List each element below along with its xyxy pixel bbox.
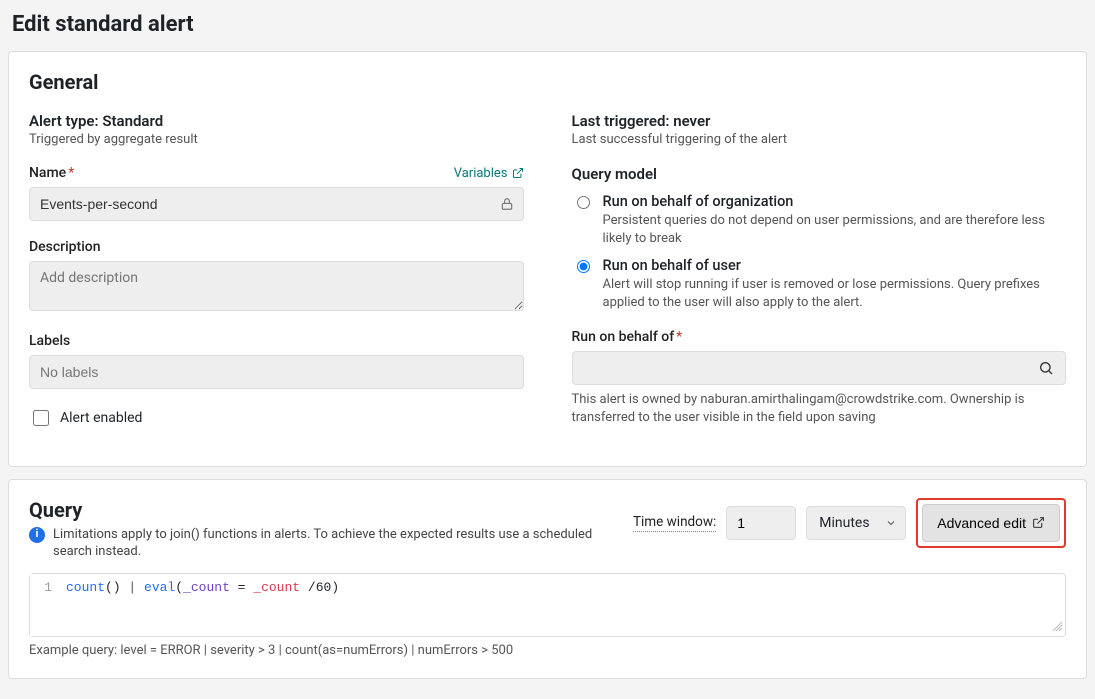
resize-handle-icon[interactable] xyxy=(1051,620,1063,634)
variables-link[interactable]: Variables xyxy=(454,166,524,181)
chevron-down-icon xyxy=(885,517,897,529)
time-window-label: Time window: xyxy=(633,514,716,532)
run-org-desc: Persistent queries do not depend on user… xyxy=(603,212,1067,247)
general-card: General Alert type: Standard Triggered b… xyxy=(8,51,1087,467)
time-window-unit-value: Minutes xyxy=(819,515,869,531)
run-org-radio[interactable] xyxy=(577,196,590,209)
required-marker: * xyxy=(68,165,74,181)
advanced-edit-highlight: Advanced edit xyxy=(916,498,1066,548)
on-behalf-label: Run on behalf of xyxy=(572,329,675,345)
required-marker-2: * xyxy=(676,329,682,345)
general-heading: General xyxy=(29,70,1066,94)
variables-link-text: Variables xyxy=(454,166,508,181)
external-link-icon xyxy=(1032,516,1045,529)
search-icon xyxy=(1038,360,1054,376)
page-title: Edit standard alert xyxy=(12,12,1087,37)
labels-label: Labels xyxy=(29,333,70,349)
query-editor[interactable]: 1 count() | eval(_count = _count /60) xyxy=(29,573,1066,637)
lock-icon xyxy=(500,196,514,212)
run-user-desc: Alert will stop running if user is remov… xyxy=(603,276,1067,311)
external-link-icon xyxy=(512,167,524,179)
run-org-title[interactable]: Run on behalf of organization xyxy=(603,193,1067,210)
query-model-heading: Query model xyxy=(572,165,1067,183)
owner-note: This alert is owned by naburan.amirthali… xyxy=(572,391,1067,427)
name-label: Name xyxy=(29,165,66,181)
description-textarea[interactable] xyxy=(29,261,524,311)
alert-type-sub: Triggered by aggregate result xyxy=(29,132,524,147)
alert-type-label: Alert type: Standard xyxy=(29,112,524,130)
name-input[interactable] xyxy=(29,187,524,221)
code-line-1[interactable]: count() | eval(_count = _count /60) xyxy=(58,574,1065,636)
on-behalf-input[interactable] xyxy=(572,351,1067,385)
example-query-text: Example query: level = ERROR | severity … xyxy=(29,643,1066,658)
labels-input[interactable] xyxy=(29,355,524,389)
query-limitation-text: Limitations apply to join() functions in… xyxy=(53,526,613,561)
alert-enabled-checkbox[interactable] xyxy=(33,410,49,426)
info-icon: i xyxy=(29,527,45,543)
advanced-edit-label: Advanced edit xyxy=(937,515,1026,531)
query-heading: Query xyxy=(29,498,613,522)
query-card: Query i Limitations apply to join() func… xyxy=(8,479,1087,679)
last-triggered-sub: Last successful triggering of the alert xyxy=(572,132,1067,147)
time-window-unit-select[interactable]: Minutes xyxy=(806,506,906,540)
last-triggered-label: Last triggered: never xyxy=(572,112,1067,130)
alert-enabled-label[interactable]: Alert enabled xyxy=(60,410,142,426)
run-user-title[interactable]: Run on behalf of user xyxy=(603,257,1067,274)
advanced-edit-button[interactable]: Advanced edit xyxy=(922,504,1060,542)
code-gutter: 1 xyxy=(30,574,58,636)
run-user-radio[interactable] xyxy=(577,260,590,273)
time-window-value-input[interactable] xyxy=(726,506,796,540)
description-label: Description xyxy=(29,239,101,255)
